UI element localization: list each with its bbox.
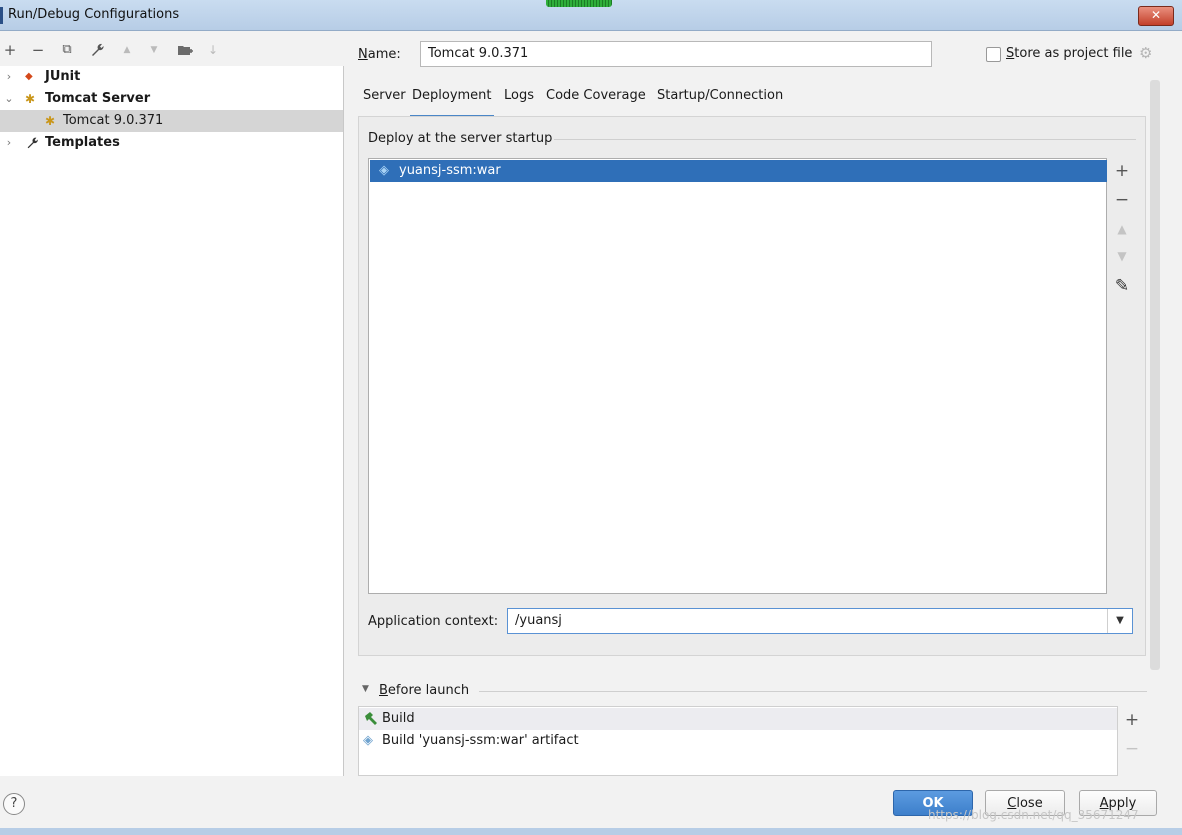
before-launch-title[interactable]: Before launch	[379, 683, 469, 698]
remove-configuration-icon[interactable]: −	[28, 38, 48, 62]
watermark: https://blog.csdn.net/qq_35671247	[928, 808, 1139, 822]
tomcat-icon: ✱	[45, 114, 56, 128]
title-bar: Run/Debug Configurations ✕	[0, 0, 1182, 31]
edit-defaults-wrench-icon[interactable]	[87, 38, 107, 62]
list-item[interactable]: Build	[359, 708, 1117, 730]
artifact-icon: ◈	[379, 163, 389, 178]
move-artifact-down-button[interactable]: ▼	[1108, 243, 1136, 269]
application-context-combobox[interactable]: /yuansj ▼	[507, 608, 1133, 634]
move-down-icon[interactable]: ▼	[144, 38, 164, 62]
tab-startup-connection[interactable]: Startup/Connection	[657, 86, 783, 115]
before-launch-divider	[479, 691, 1147, 692]
window-close-button[interactable]: ✕	[1138, 6, 1174, 26]
edit-artifact-pencil-icon[interactable]: ✎	[1108, 273, 1136, 299]
tree-item-label: Templates	[45, 135, 120, 150]
tab-deployment[interactable]: Deployment	[410, 86, 494, 118]
window-bottom-border	[0, 828, 1182, 835]
expand-arrow-icon[interactable]: ›	[3, 66, 15, 88]
name-label: Name:	[358, 47, 401, 62]
gear-icon[interactable]: ⚙	[1139, 44, 1152, 62]
sort-icon[interactable]: ↓	[203, 38, 223, 62]
before-launch-item-label: Build	[382, 711, 415, 726]
add-configuration-icon[interactable]: +	[0, 38, 20, 62]
tab-code-coverage[interactable]: Code Coverage	[546, 86, 646, 115]
tree-item-tomcat-9[interactable]: ✱ Tomcat 9.0.371	[0, 110, 343, 132]
chevron-down-icon[interactable]: ▼	[1107, 609, 1132, 633]
configuration-tree: › ◆ JUnit ⌄ ✱ Tomcat Server ✱ Tomcat 9.0…	[0, 66, 344, 776]
tree-item-label: Tomcat 9.0.371	[63, 113, 164, 128]
artifact-label: yuansj-ssm:war	[399, 163, 501, 178]
artifact-icon: ◈	[363, 733, 373, 748]
section-title: Deploy at the server startup	[368, 131, 553, 146]
configurations-toolbar: + − ⧉ ▲ ▼ ↓	[0, 38, 343, 62]
section-divider	[554, 139, 1136, 140]
store-as-project-file-checkbox[interactable]	[986, 47, 1001, 62]
expand-arrow-icon[interactable]: ›	[3, 132, 15, 154]
remove-before-launch-button[interactable]: −	[1118, 736, 1146, 762]
tomcat-icon: ✱	[25, 92, 36, 106]
add-artifact-button[interactable]: +	[1108, 158, 1136, 184]
title-accent	[0, 7, 3, 24]
collapse-arrow-icon[interactable]: ⌄	[3, 88, 15, 110]
tab-logs[interactable]: Logs	[504, 86, 534, 115]
tab-server[interactable]: Server	[363, 86, 406, 115]
add-before-launch-button[interactable]: +	[1118, 707, 1146, 733]
list-item[interactable]: ◈ Build 'yuansj-ssm:war' artifact	[359, 730, 1117, 752]
move-up-icon[interactable]: ▲	[117, 38, 137, 62]
tree-item-tomcat-server[interactable]: ⌄ ✱ Tomcat Server	[0, 88, 343, 110]
before-launch-item-label: Build 'yuansj-ssm:war' artifact	[382, 733, 579, 748]
before-launch-list[interactable]: Build ◈ Build 'yuansj-ssm:war' artifact	[358, 706, 1118, 776]
deployment-artifact-list[interactable]: ◈ yuansj-ssm:war	[368, 158, 1107, 594]
move-artifact-up-button[interactable]: ▲	[1108, 216, 1136, 242]
tree-item-junit[interactable]: › ◆ JUnit	[0, 66, 343, 88]
window-title: Run/Debug Configurations	[8, 7, 180, 22]
window-grip[interactable]	[546, 0, 612, 7]
tree-item-templates[interactable]: › Templates	[0, 132, 343, 154]
wrench-icon	[25, 132, 39, 157]
application-context-label: Application context:	[368, 614, 499, 629]
list-item[interactable]: ◈ yuansj-ssm:war	[370, 160, 1107, 182]
collapse-triangle-icon[interactable]: ▼	[362, 684, 369, 694]
junit-icon: ◆	[25, 71, 33, 82]
tree-item-label: Tomcat Server	[45, 91, 151, 106]
store-as-project-file-label[interactable]: Store as project file	[1006, 46, 1132, 61]
application-context-value[interactable]: /yuansj	[515, 613, 562, 628]
scrollbar[interactable]	[1150, 80, 1160, 670]
name-input[interactable]: Tomcat 9.0.371	[420, 41, 932, 67]
copy-configuration-icon[interactable]: ⧉	[57, 38, 77, 62]
remove-artifact-button[interactable]: −	[1108, 187, 1136, 213]
folder-add-icon[interactable]	[175, 38, 195, 62]
help-button[interactable]: ?	[3, 793, 25, 815]
tree-item-label: JUnit	[45, 69, 81, 84]
